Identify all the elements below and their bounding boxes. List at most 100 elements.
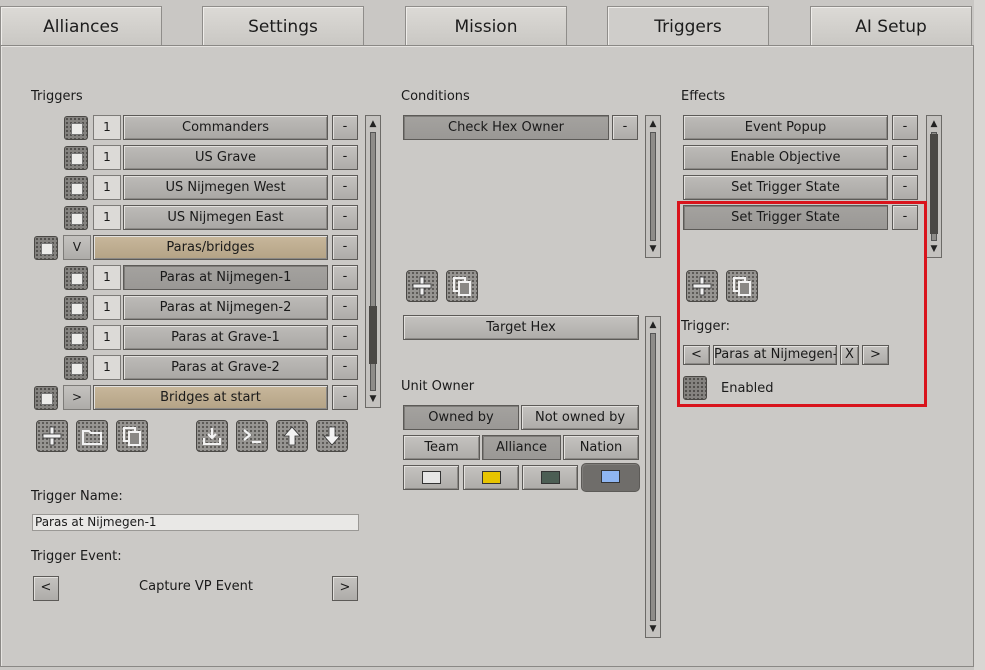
scroll-up-icon[interactable]: ▲ (647, 319, 659, 331)
condition-item[interactable]: Check Hex Owner (403, 115, 609, 140)
scroll-thumb[interactable] (369, 306, 377, 364)
trigger-remove-button[interactable]: - (332, 325, 358, 350)
color-option-green[interactable] (522, 465, 578, 490)
trigger-item[interactable]: Paras at Grave-2 (123, 355, 328, 380)
group-expand-toggle[interactable]: > (63, 385, 91, 410)
trigger-count: 1 (93, 145, 121, 170)
owned-by-toggle[interactable]: Owned by (403, 405, 519, 430)
trigger-enable-checkbox[interactable] (64, 326, 88, 350)
alliance-toggle[interactable]: Alliance (482, 435, 561, 460)
color-swatch (422, 471, 441, 484)
trigger-event-prev-button[interactable]: < (33, 576, 59, 601)
terminal-icon (243, 429, 261, 444)
trigger-count: 1 (93, 355, 121, 380)
move-down-button[interactable] (316, 420, 348, 452)
condition-remove-button[interactable]: - (612, 115, 638, 140)
effect-item[interactable]: Enable Objective (683, 145, 888, 170)
trigger-name-label: Trigger Name: (31, 489, 123, 504)
trigger-enable-checkbox[interactable] (64, 296, 88, 320)
triggers-heading: Triggers (31, 89, 83, 104)
tab-ai-setup[interactable]: AI Setup (810, 6, 972, 46)
conditions-heading: Conditions (401, 89, 470, 104)
arrow-down-icon (323, 426, 341, 446)
trigger-item[interactable]: Paras at Nijmegen-2 (123, 295, 328, 320)
unit-owner-label: Unit Owner (401, 379, 475, 394)
trigger-enable-checkbox[interactable] (64, 116, 88, 140)
effect-remove-button[interactable]: - (892, 145, 918, 170)
trigger-remove-button[interactable]: - (332, 145, 358, 170)
trigger-count: 1 (93, 265, 121, 290)
trigger-remove-button[interactable]: - (332, 265, 358, 290)
trigger-event-next-button[interactable]: > (332, 576, 358, 601)
group-expand-toggle[interactable]: V (63, 235, 91, 260)
color-option-blue[interactable] (581, 463, 640, 492)
trigger-name-input[interactable]: Paras at Nijmegen-1 (32, 514, 359, 531)
trigger-remove-button[interactable]: - (332, 175, 358, 200)
tab-triggers[interactable]: Triggers (607, 6, 769, 50)
scroll-down-icon[interactable]: ▼ (647, 623, 659, 635)
trigger-remove-button[interactable]: - (332, 385, 358, 410)
scroll-track (650, 333, 656, 621)
trigger-enable-checkbox[interactable] (64, 206, 88, 230)
trigger-remove-button[interactable]: - (332, 355, 358, 380)
add-condition-button[interactable] (406, 270, 438, 302)
target-hex-button[interactable]: Target Hex (403, 315, 639, 340)
add-trigger-button[interactable] (36, 420, 68, 452)
effect-item[interactable]: Event Popup (683, 115, 888, 140)
folder-icon (82, 430, 102, 445)
add-folder-button[interactable] (76, 420, 108, 452)
team-toggle[interactable]: Team (403, 435, 480, 460)
trigger-event-value: Capture VP Event (139, 579, 253, 594)
triggers-scrollbar[interactable]: ▲ ▼ (365, 115, 381, 408)
trigger-item[interactable]: US Grave (123, 145, 328, 170)
trigger-enable-checkbox[interactable] (34, 386, 58, 410)
scroll-thumb[interactable] (930, 134, 938, 234)
trigger-remove-button[interactable]: - (332, 295, 358, 320)
download-icon (203, 428, 221, 445)
move-up-button[interactable] (276, 420, 308, 452)
scroll-down-icon[interactable]: ▼ (928, 243, 940, 255)
copy-condition-button[interactable] (446, 270, 478, 302)
trigger-count: 1 (93, 325, 121, 350)
color-swatch (541, 471, 560, 484)
trigger-group-item[interactable]: Bridges at start (93, 385, 328, 410)
effect-remove-button[interactable]: - (892, 175, 918, 200)
copy-trigger-button[interactable] (116, 420, 148, 452)
tab-settings[interactable]: Settings (202, 6, 364, 46)
import-button[interactable] (196, 420, 228, 452)
trigger-enable-checkbox[interactable] (64, 266, 88, 290)
effects-scrollbar[interactable]: ▲ ▼ (926, 115, 942, 258)
plus-icon (42, 426, 62, 446)
tab-mission[interactable]: Mission (405, 6, 567, 46)
trigger-remove-button[interactable]: - (332, 205, 358, 230)
trigger-item[interactable]: Paras at Nijmegen-1 (123, 265, 328, 290)
trigger-group-item[interactable]: Paras/bridges (93, 235, 328, 260)
color-option-white[interactable] (403, 465, 459, 490)
effect-remove-button[interactable]: - (892, 115, 918, 140)
trigger-remove-button[interactable]: - (332, 115, 358, 140)
console-button[interactable] (236, 420, 268, 452)
trigger-item[interactable]: Commanders (123, 115, 328, 140)
trigger-item[interactable]: US Nijmegen East (123, 205, 328, 230)
tab-alliances[interactable]: Alliances (0, 6, 162, 46)
not-owned-by-toggle[interactable]: Not owned by (521, 405, 639, 430)
scroll-down-icon[interactable]: ▼ (367, 393, 379, 405)
scroll-up-icon[interactable]: ▲ (367, 118, 379, 130)
conditions-scrollbar[interactable]: ▲ ▼ (645, 115, 661, 258)
trigger-item[interactable]: US Nijmegen West (123, 175, 328, 200)
scroll-up-icon[interactable]: ▲ (647, 118, 659, 130)
effect-item[interactable]: Set Trigger State (683, 175, 888, 200)
trigger-item[interactable]: Paras at Grave-1 (123, 325, 328, 350)
scroll-up-icon[interactable]: ▲ (928, 118, 940, 130)
color-option-yellow[interactable] (463, 465, 519, 490)
trigger-enable-checkbox[interactable] (64, 176, 88, 200)
condition-params-scrollbar[interactable]: ▲ ▼ (645, 316, 661, 638)
trigger-enable-checkbox[interactable] (34, 236, 58, 260)
nation-toggle[interactable]: Nation (563, 435, 639, 460)
trigger-count: 1 (93, 205, 121, 230)
trigger-remove-button[interactable]: - (332, 235, 358, 260)
trigger-enable-checkbox[interactable] (64, 356, 88, 380)
plus-icon (412, 276, 432, 296)
scroll-down-icon[interactable]: ▼ (647, 243, 659, 255)
trigger-enable-checkbox[interactable] (64, 146, 88, 170)
